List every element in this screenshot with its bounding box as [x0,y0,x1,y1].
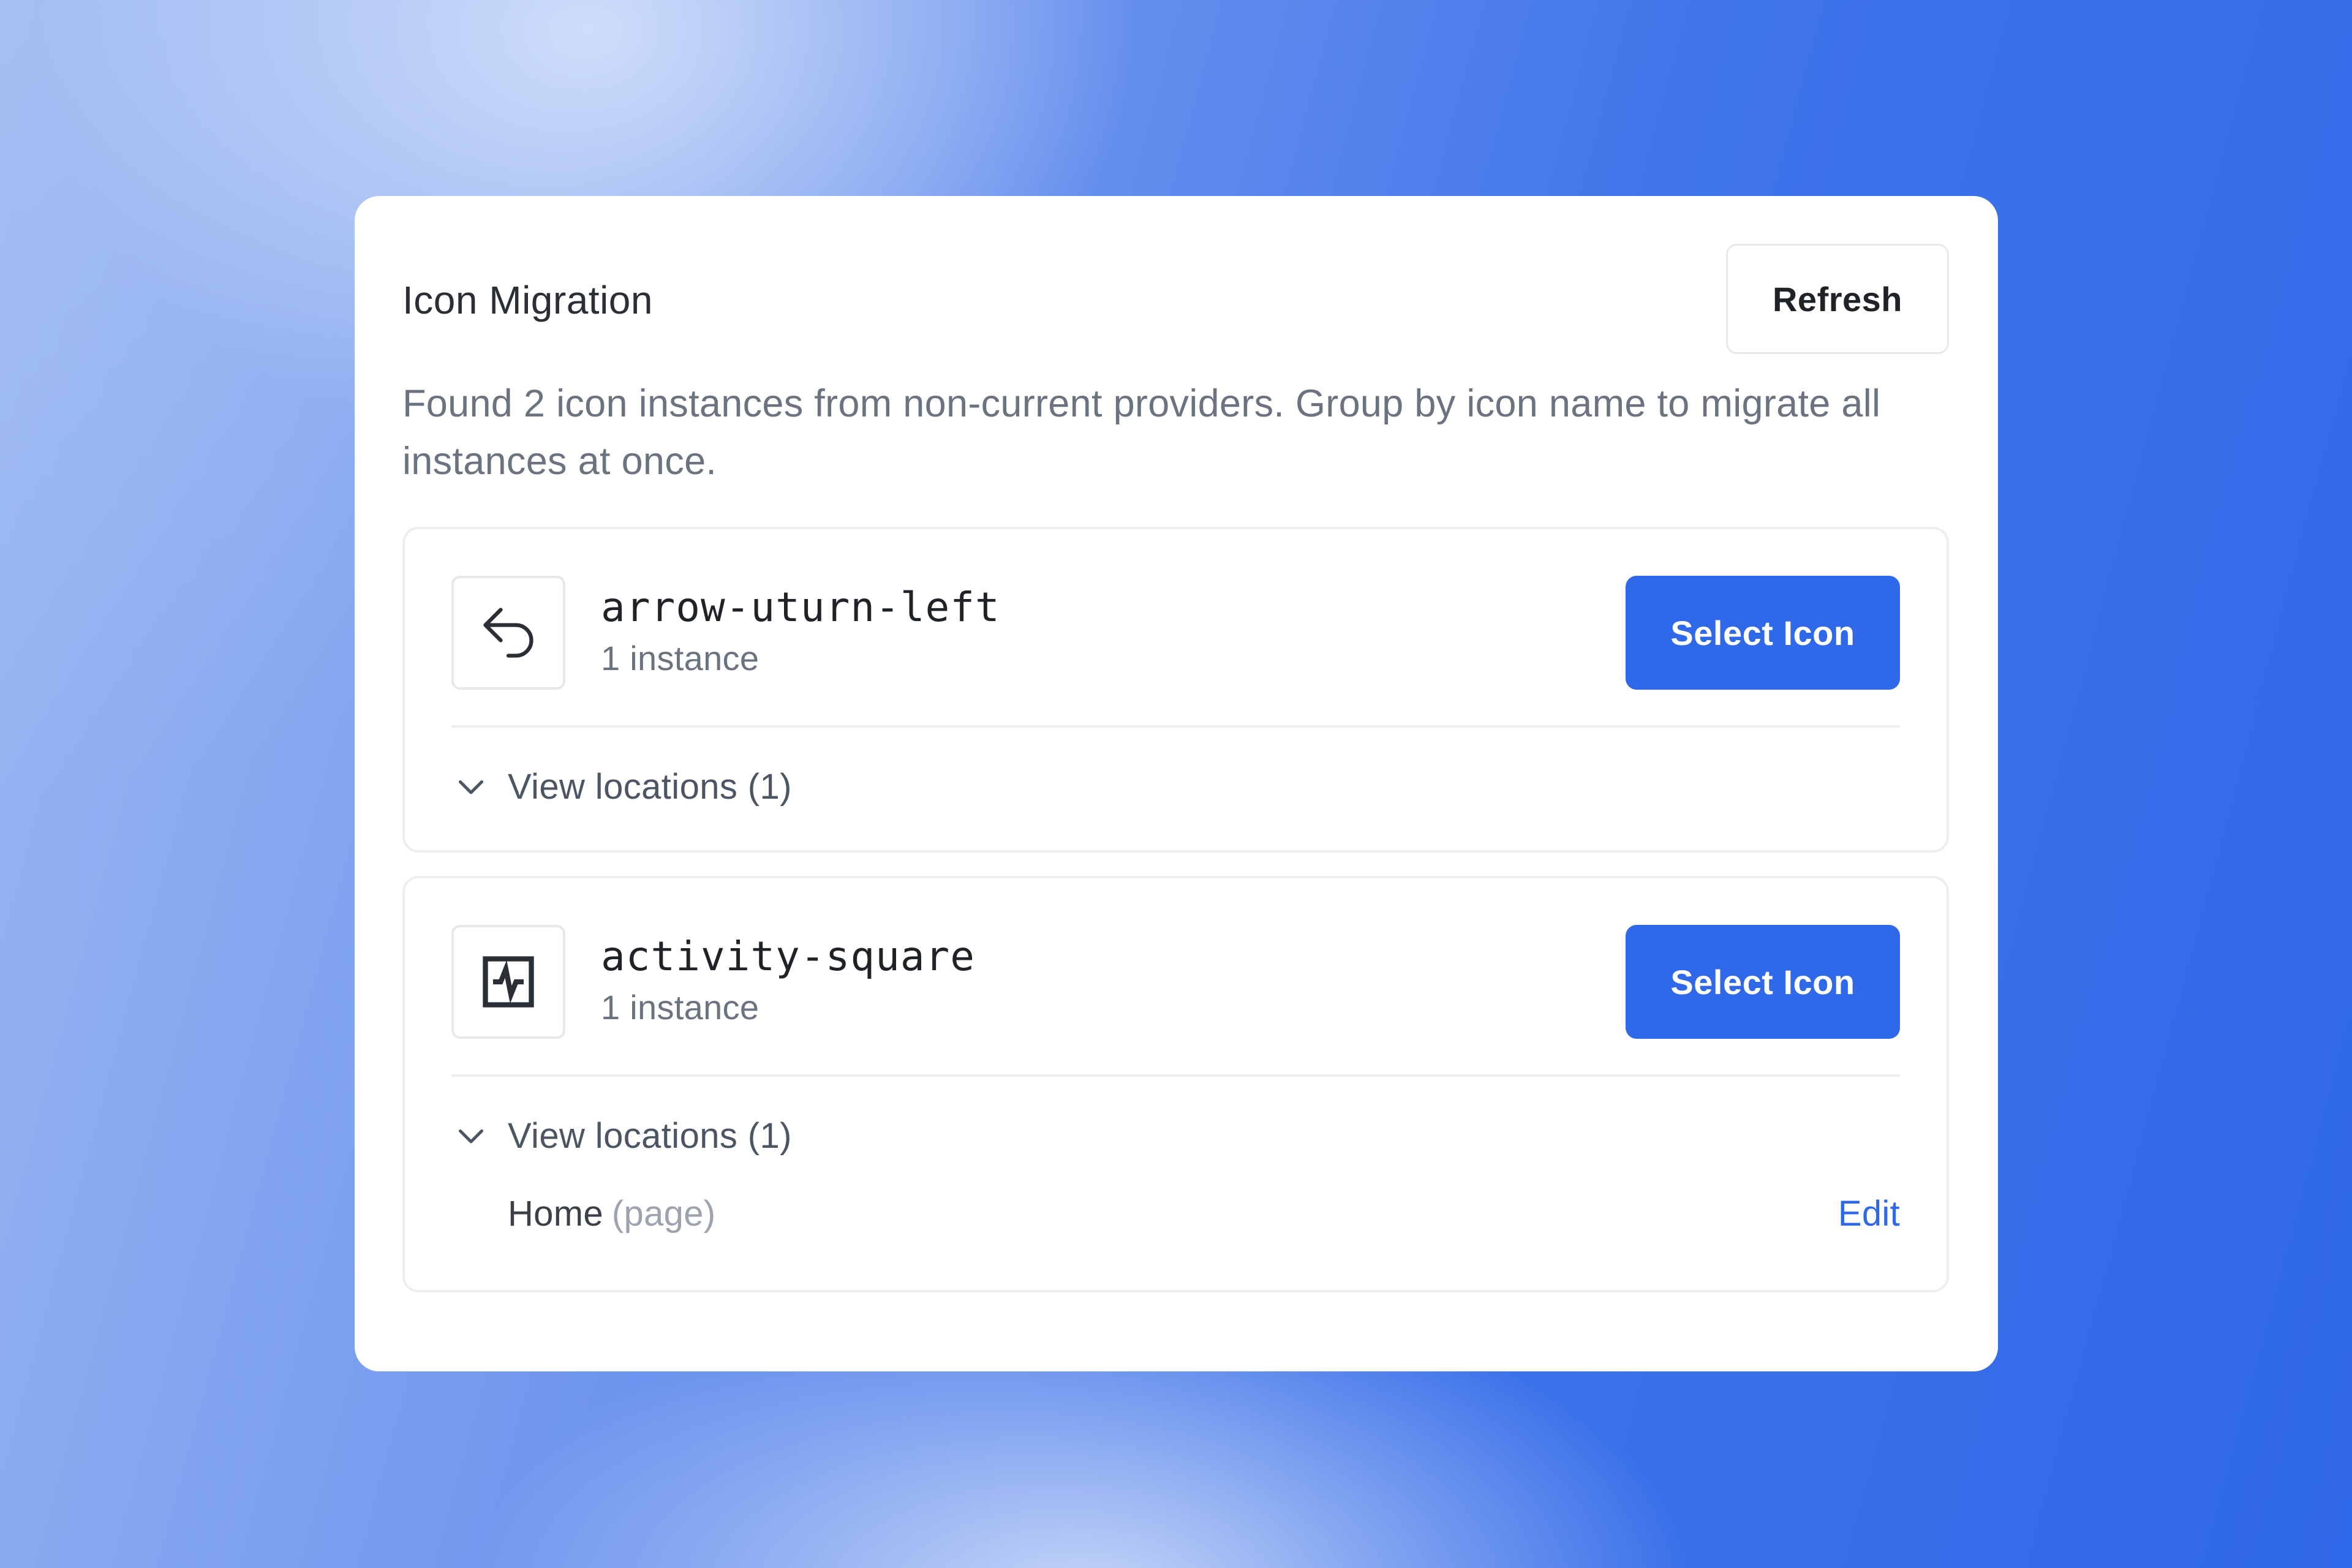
icon-name: arrow-uturn-left [601,584,1000,631]
refresh-button[interactable]: Refresh [1726,244,1949,354]
location-label: Home [508,1194,603,1234]
instance-count: 1 instance [601,988,760,1027]
divider [451,725,1900,728]
location-name: Home (page) [508,1193,715,1234]
location-type: (page) [611,1194,716,1234]
icon-preview [451,576,565,690]
arrow-uturn-left-icon [483,608,533,658]
view-locations-toggle[interactable]: View locations (1) [451,1111,1900,1160]
edit-location-link[interactable]: Edit [1838,1193,1900,1234]
icon-group: activity-square 1 instance Select Icon V… [402,876,1949,1292]
select-icon-button[interactable]: Select Icon [1626,576,1900,690]
panel-description: Found 2 icon instances from non-current … [402,382,1881,483]
icon-group: arrow-uturn-left 1 instance Select Icon … [402,527,1949,853]
icon-group-header: arrow-uturn-left 1 instance Select Icon [451,576,1900,690]
divider [451,1074,1900,1077]
icon-preview [451,925,565,1039]
panel-title: Icon Migration [402,278,653,322]
activity-square-icon [483,956,534,1008]
chevron-down-icon [459,1129,483,1144]
view-locations-label: View locations (1) [508,766,792,807]
view-locations-toggle[interactable]: View locations (1) [451,762,1900,811]
instance-count: 1 instance [601,639,760,677]
view-locations-label: View locations (1) [508,1115,792,1156]
chevron-down-icon [459,780,483,794]
icon-name: activity-square [601,933,976,980]
icon-group-header: activity-square 1 instance Select Icon [451,925,1900,1039]
icon-migration-panel: Icon Migration Refresh Found 2 icon inst… [355,196,1998,1371]
panel-header: Icon Migration Refresh [402,244,1949,356]
select-icon-button[interactable]: Select Icon [1626,925,1900,1039]
location-item: Home (page) Edit [451,1188,1900,1237]
